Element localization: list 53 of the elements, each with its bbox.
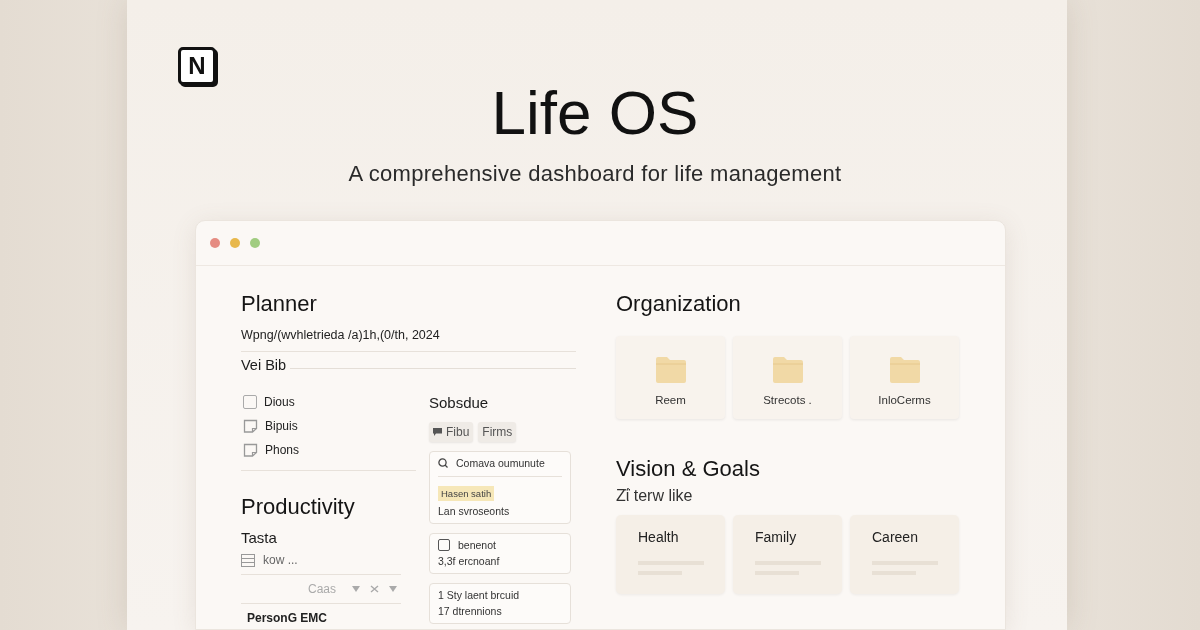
folder-icon	[888, 356, 921, 384]
window-control-button[interactable]	[210, 238, 220, 248]
goal-card[interactable]: Family	[733, 515, 842, 594]
caret-icon	[352, 586, 360, 592]
card-text: 17 dtrennions	[438, 605, 502, 617]
goal-title: Careen	[872, 529, 919, 545]
date-text: Wpng/(wvhletrieda /a)1h,(0/th, 2024	[241, 328, 441, 342]
folder-icon	[771, 356, 804, 384]
checkbox[interactable]	[438, 539, 450, 551]
subsection-heading: Sobsdue	[429, 394, 490, 412]
search-icon	[438, 458, 448, 468]
checkbox[interactable]	[243, 395, 257, 409]
goal-title: Health	[638, 529, 680, 545]
section-subtitle: Zΐ terw like	[616, 487, 694, 505]
folder-label: InloCerms	[878, 394, 931, 406]
table-row-text: PersonG EMC	[247, 611, 327, 625]
folder-label: Strecots .	[763, 394, 812, 406]
filter-chip[interactable]: Fibu	[429, 422, 474, 442]
section-heading: Vision & Goals	[616, 455, 761, 483]
card-text: Lan svroseonts	[438, 505, 510, 517]
folder-label: Reem	[655, 394, 686, 406]
page-subtitle: A comprehensive dashboard for life management	[348, 161, 842, 187]
card-text: benenot	[458, 539, 496, 551]
folder-icon	[654, 356, 687, 384]
section-heading: Productivity	[241, 493, 356, 521]
window-control-button[interactable]	[230, 238, 240, 248]
card-text: 3,3f ercnoanf	[438, 555, 500, 567]
caret-icon	[389, 586, 397, 592]
comment-icon	[433, 428, 442, 436]
list-item: Phons	[265, 443, 300, 457]
goal-title: Family	[755, 529, 798, 545]
section-heading: Planner	[241, 290, 318, 318]
subsection-heading: Vei Bib	[241, 356, 287, 374]
goal-card[interactable]: Health	[616, 515, 725, 594]
list-item: Bipuis	[265, 419, 298, 433]
subsection-heading: Tasta	[241, 529, 278, 546]
list-item: Dious	[264, 395, 295, 409]
page-title: Life OS	[491, 80, 699, 146]
folder-card[interactable]: InloCerms	[850, 336, 959, 419]
tag: Hasen satih	[438, 486, 495, 501]
close-icon	[370, 585, 379, 593]
filter-chip[interactable]: Firms	[478, 422, 517, 442]
section-heading: Organization	[616, 290, 742, 318]
app-logo: N	[178, 47, 216, 85]
window-control-button[interactable]	[250, 238, 260, 248]
folder-card[interactable]: Reem	[616, 336, 725, 419]
filter-label: Caas	[308, 582, 336, 596]
card-text: Comava oumunute	[456, 457, 545, 469]
folder-card[interactable]: Strecots .	[733, 336, 842, 419]
goal-card[interactable]: Careen	[850, 515, 959, 594]
table-icon	[241, 553, 255, 567]
table-row-text: kow ...	[263, 553, 298, 567]
card-text: 1 Sty laent brcuid	[438, 589, 520, 601]
